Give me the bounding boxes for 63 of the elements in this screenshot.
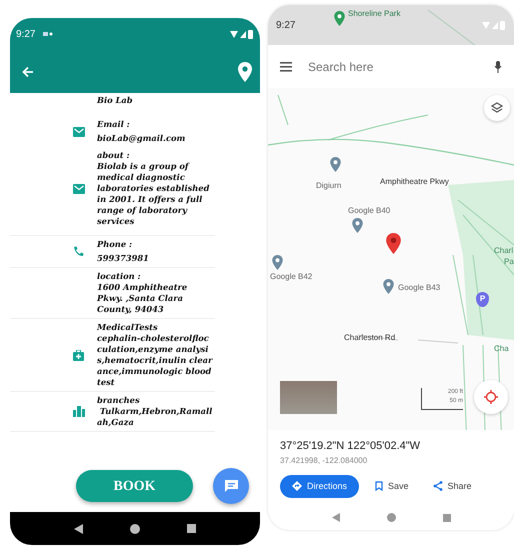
chat-icon <box>224 480 238 492</box>
envelope-icon <box>72 126 84 136</box>
my-location-button[interactable] <box>474 380 508 414</box>
field-value: Tulkarm,Hebron,Ramallah,Gaza <box>97 406 213 428</box>
phone-icon <box>73 246 84 257</box>
field-value: 1600 Amphitheatre Pkwy. ,Santa Clara County, 94043 <box>97 282 188 315</box>
place-label: Charl <box>494 245 514 257</box>
crosshair-icon <box>484 390 498 404</box>
status-icons <box>230 30 254 38</box>
field-value: cephalin-cholesterolflocculation,enzyme analysis,hematocrit,inulin clearance,immunologic blood test <box>97 333 213 388</box>
directions-icon <box>292 481 302 492</box>
place-label: Cha <box>494 343 509 355</box>
directions-button[interactable]: Directions <box>280 474 360 498</box>
layers-button[interactable] <box>484 95 510 121</box>
chat-button[interactable] <box>213 468 249 504</box>
location-pin-icon[interactable] <box>238 62 252 82</box>
status-icons <box>482 20 506 30</box>
buildings-icon <box>72 406 84 417</box>
book-button[interactable]: BOOK <box>76 470 193 502</box>
recents-nav-icon[interactable] <box>187 524 196 533</box>
place-label: Google B40 <box>348 205 390 217</box>
envelope-icon <box>72 184 84 194</box>
field-label: branches <box>97 395 141 406</box>
place-label: Pa <box>504 256 514 268</box>
share-icon <box>432 481 443 492</box>
place-pin-icon[interactable] <box>330 157 341 172</box>
status-time: 9:27 <box>276 18 296 32</box>
field-label: location : <box>97 271 142 282</box>
search-bar[interactable]: Search here <box>268 45 514 88</box>
place-pin-icon[interactable] <box>272 255 283 270</box>
menu-icon[interactable] <box>280 62 292 72</box>
save-button[interactable]: Save <box>367 474 417 498</box>
park-pin-icon[interactable] <box>334 11 345 26</box>
field-label: Phone : <box>97 239 134 250</box>
road-label: Amphitheatre Pkwy <box>380 176 449 188</box>
back-arrow-icon[interactable] <box>22 66 34 78</box>
place-label: Shoreline Park <box>348 8 400 20</box>
place-pin-icon[interactable] <box>383 279 394 294</box>
selected-pin-icon[interactable] <box>386 233 401 254</box>
coordinates-text: 37°25'19.2"N 122°05'02.4"W <box>280 439 422 454</box>
search-field[interactable]: Search here <box>306 56 480 76</box>
field-value: bioLab@gmail.com <box>97 133 186 144</box>
place-label: Google B43 <box>398 282 440 294</box>
lab-name: Bio Lab <box>97 95 134 106</box>
field-value: 599373981 <box>97 253 150 264</box>
road-label: Charleston Rd <box>344 332 396 344</box>
decimal-coordinates: 37.421998, -122.084000 <box>280 454 368 466</box>
field-label: Email : <box>97 119 131 130</box>
place-label: Digiurn <box>316 180 342 192</box>
layers-icon <box>491 102 503 114</box>
status-time: 9:27 <box>16 28 36 42</box>
medical-kit-icon <box>73 350 84 360</box>
field-label: MedicalTests <box>97 322 159 333</box>
place-label: Google B42 <box>270 271 312 283</box>
notification-icon <box>43 31 54 37</box>
home-nav-icon[interactable] <box>130 524 140 534</box>
microphone-icon[interactable] <box>494 60 502 72</box>
back-nav-icon[interactable] <box>74 524 83 534</box>
place-pin-icon[interactable] <box>352 218 363 233</box>
bookmark-icon <box>375 481 384 492</box>
field-label: about : <box>97 150 131 161</box>
share-button[interactable]: Share <box>424 474 480 498</box>
field-value: Biolab is a group of medical diagnostic laboratories established in 2001. It offers a full range of laboratory services <box>97 161 210 227</box>
